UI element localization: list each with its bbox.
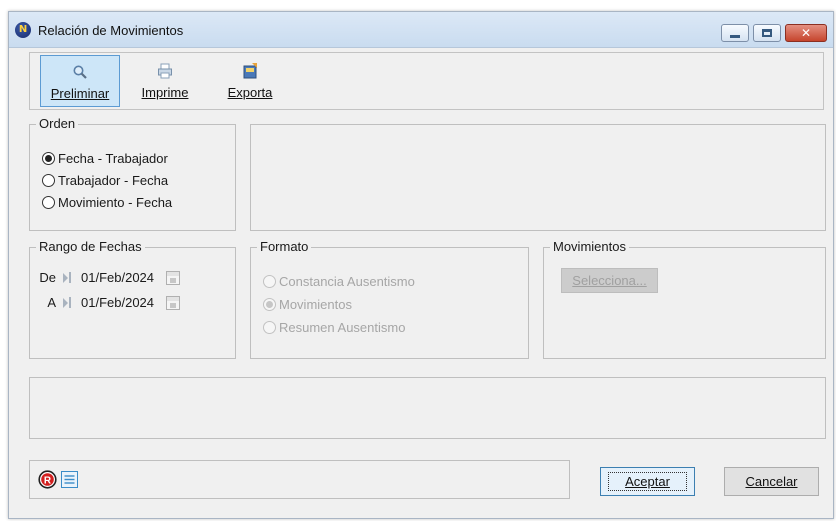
formato-legend: Formato — [257, 239, 312, 254]
radio-button[interactable] — [42, 152, 55, 165]
exporta-button[interactable]: Exporta — [210, 55, 290, 107]
printer-icon — [158, 63, 172, 79]
aceptar-button[interactable]: Aceptar — [600, 467, 695, 496]
preliminar-button[interactable]: Preliminar — [40, 55, 120, 107]
close-button[interactable]: ✕ — [785, 24, 827, 42]
export-icon — [243, 63, 257, 79]
window-title: Relación de Movimientos — [38, 23, 184, 38]
radio-label: Movimientos — [279, 297, 352, 312]
minimize-button[interactable] — [721, 24, 749, 42]
fecha-de-field[interactable]: De 01/Feb/2024 — [36, 270, 181, 285]
bar-icon — [69, 297, 71, 308]
radio-trabajador-fecha[interactable]: Trabajador - Fecha — [42, 173, 168, 188]
fecha-de-value[interactable]: 01/Feb/2024 — [81, 270, 154, 285]
orden-legend: Orden — [36, 116, 79, 131]
play-arrow-icon — [63, 297, 68, 308]
app-logo-icon: N — [15, 22, 31, 38]
selecciona-button: Selecciona... — [561, 268, 658, 293]
radio-label: Trabajador - Fecha — [58, 173, 169, 188]
selecciona-label: Selecciona... — [572, 273, 647, 288]
radio-movimiento-fecha[interactable]: Movimiento - Fecha — [42, 195, 172, 210]
radio-button — [263, 275, 276, 288]
imprime-label: Imprime — [125, 85, 205, 100]
cancelar-button[interactable]: Cancelar — [724, 467, 819, 496]
report-window: N Relación de Movimientos ✕ Preliminar I… — [8, 11, 834, 519]
title-bar[interactable]: N Relación de Movimientos ✕ — [9, 12, 833, 48]
radio-label: Movimiento - Fecha — [58, 195, 173, 210]
svg-text:R: R — [44, 475, 52, 486]
options-panel — [250, 124, 826, 231]
rango-fechas-group: Rango de Fechas De 01/Feb/2024 A 01/Feb/… — [29, 239, 236, 359]
bar-icon — [69, 272, 71, 283]
radio-constancia-ausentismo: Constancia Ausentismo — [263, 274, 415, 289]
rango-legend: Rango de Fechas — [36, 239, 145, 254]
message-panel — [29, 377, 826, 439]
fecha-a-value[interactable]: 01/Feb/2024 — [81, 295, 154, 310]
play-arrow-icon — [63, 272, 68, 283]
maximize-button[interactable] — [753, 24, 781, 42]
close-icon: ✕ — [800, 26, 812, 40]
de-label: De — [39, 270, 56, 285]
radio-button — [263, 298, 276, 311]
imprime-button[interactable]: Imprime — [125, 55, 205, 107]
aceptar-label: Aceptar — [625, 474, 670, 489]
exporta-text: Exporta — [227, 85, 273, 100]
a-label: A — [47, 295, 56, 310]
notes-icon[interactable] — [60, 470, 79, 489]
radio-button[interactable] — [42, 196, 55, 209]
movimientos-group: Movimientos Selecciona... — [543, 239, 826, 359]
radio-label: Constancia Ausentismo — [279, 274, 415, 289]
radio-label: Fecha - Trabajador — [58, 151, 168, 166]
fecha-a-field[interactable]: A 01/Feb/2024 — [36, 295, 181, 310]
radio-fecha-trabajador[interactable]: Fecha - Trabajador — [42, 151, 168, 166]
orden-group: Orden Fecha - Trabajador Trabajador - Fe… — [29, 116, 236, 231]
cancelar-label: Cancelar — [745, 474, 798, 489]
radio-label: Resumen Ausentismo — [279, 320, 406, 335]
movimientos-legend: Movimientos — [550, 239, 629, 254]
radio-button[interactable] — [42, 174, 55, 187]
aceptar-focus: Aceptar — [608, 472, 687, 491]
radio-resumen-ausentismo: Resumen Ausentismo — [263, 320, 405, 335]
radio-movimientos: Movimientos — [263, 297, 352, 312]
radio-button — [263, 321, 276, 334]
calendar-icon[interactable] — [166, 270, 181, 285]
report-toolbar: Preliminar Imprime Exporta — [29, 52, 824, 110]
calendar-icon[interactable] — [166, 295, 181, 310]
formato-group: Formato Constancia Ausentismo Movimiento… — [250, 239, 529, 359]
registered-icon[interactable]: R — [38, 470, 57, 489]
magnifier-icon — [73, 65, 87, 79]
minimize-icon — [730, 34, 740, 38]
status-panel — [29, 460, 570, 499]
imprime-text: Imprime — [141, 85, 189, 100]
maximize-icon — [762, 29, 772, 37]
preliminar-label: Preliminar — [50, 86, 110, 101]
exporta-label: Exporta — [210, 85, 290, 100]
